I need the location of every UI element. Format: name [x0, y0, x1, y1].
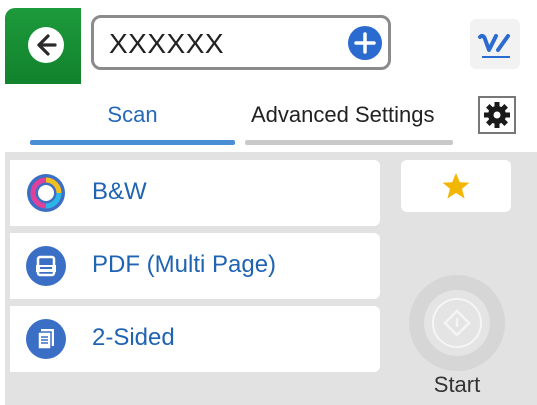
tab-scan[interactable]: Scan — [30, 100, 235, 130]
tab-advanced-settings[interactable]: Advanced Settings — [245, 100, 460, 130]
scan-settings-panel: B&W PDF (Multi Page) 2-Sided Start — [5, 152, 537, 405]
tab-advanced-indicator — [245, 140, 453, 145]
color-mode-icon — [26, 173, 66, 213]
start-label: Start — [433, 372, 481, 397]
option-file-format-label: PDF (Multi Page) — [92, 251, 277, 278]
option-color-mode[interactable]: B&W — [10, 160, 380, 226]
start-button[interactable] — [409, 275, 505, 371]
two-sided-icon — [26, 319, 66, 359]
add-destination-button[interactable] — [348, 26, 382, 60]
star-icon — [442, 173, 470, 199]
option-file-format[interactable]: PDF (Multi Page) — [10, 233, 380, 299]
favorite-button[interactable] — [401, 160, 511, 212]
gear-icon — [484, 102, 510, 128]
destination-field[interactable]: XXXXXX — [91, 15, 391, 70]
clear-settings-button[interactable] — [470, 19, 520, 69]
option-color-mode-label: B&W — [92, 178, 147, 205]
top-bar: XXXXXX — [0, 0, 537, 84]
tab-scan-indicator — [30, 140, 235, 145]
plus-icon — [354, 32, 376, 54]
settings-button[interactable] — [478, 96, 516, 134]
destination-value: XXXXXX — [109, 28, 225, 59]
start-icon — [424, 290, 490, 356]
eraser-icon — [478, 33, 510, 58]
back-button[interactable] — [5, 8, 81, 84]
option-two-sided-label: 2-Sided — [92, 324, 175, 351]
file-format-icon — [26, 246, 66, 286]
option-two-sided[interactable]: 2-Sided — [10, 306, 380, 372]
back-arrow-icon — [28, 27, 64, 63]
